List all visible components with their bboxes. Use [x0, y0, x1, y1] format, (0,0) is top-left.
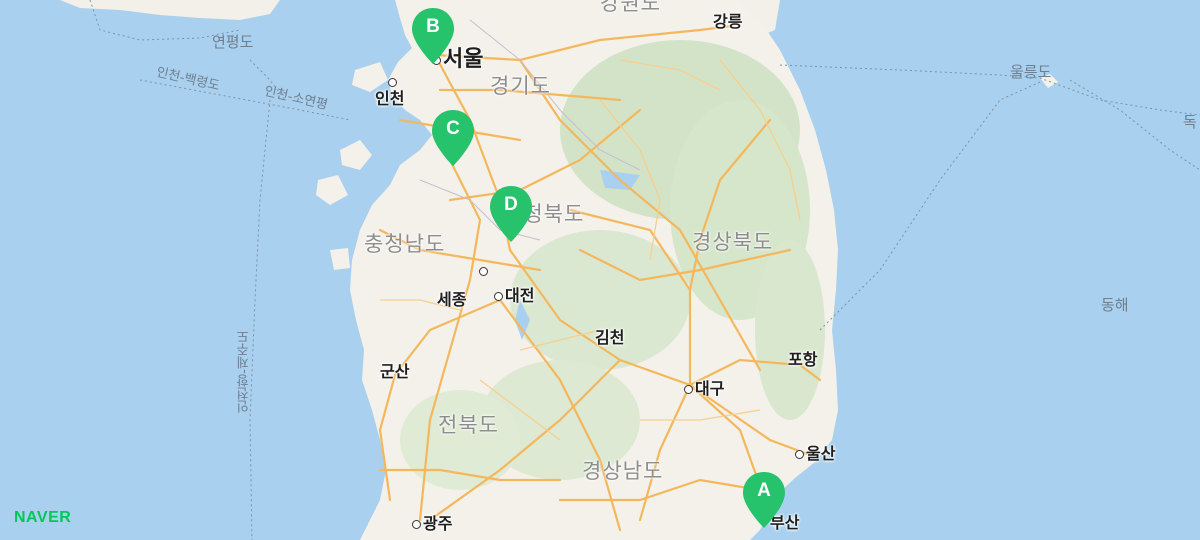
- city-label-pohang[interactable]: 포항: [788, 352, 817, 368]
- city-label-incheon-dot: [388, 74, 399, 90]
- city-name: 울산: [806, 444, 836, 463]
- route-marker-d[interactable]: D: [488, 184, 534, 244]
- city-label-incheon[interactable]: 인천: [375, 91, 404, 107]
- city-dot-icon: [684, 385, 693, 394]
- province-label-gyeonggi: 경기도: [490, 74, 551, 98]
- marker-label: B: [426, 16, 440, 37]
- city-label-daejeon[interactable]: 대전: [494, 288, 534, 304]
- province-label-gangwon: 강원도: [600, 0, 661, 15]
- city-name: 광주: [423, 514, 453, 533]
- sea-label-east-sea: 동해: [1101, 296, 1129, 314]
- island-label-dokdo: 독: [1183, 113, 1197, 131]
- island-label-yeonpyeongdo: 연평도: [212, 33, 254, 51]
- marker-label: D: [504, 194, 518, 215]
- route-marker-c[interactable]: C: [430, 108, 476, 168]
- marker-label: A: [757, 480, 771, 501]
- island-label-ulleungdo: 울릉도: [1010, 63, 1052, 81]
- city-label-gunsan[interactable]: 군산: [380, 364, 409, 380]
- province-label-gyeongnam: 경상남도: [582, 459, 664, 483]
- city-dot-icon: [388, 78, 397, 87]
- naver-logo[interactable]: NAVER: [14, 509, 71, 527]
- city-dot-icon: [795, 450, 804, 459]
- province-label-jeonbuk: 전북도: [438, 413, 499, 437]
- city-label-sejong-dot: [479, 263, 490, 279]
- city-label-gimcheon[interactable]: 김천: [595, 330, 624, 346]
- city-label-gangneung[interactable]: 강릉: [713, 14, 742, 30]
- city-label-ulsan[interactable]: 울산: [795, 446, 835, 462]
- city-dot-icon: [412, 520, 421, 529]
- city-label-daegu[interactable]: 대구: [684, 381, 724, 397]
- route-label-jeju: 인천항-제주도: [237, 330, 252, 413]
- city-dot-icon: [494, 292, 503, 301]
- city-dot-icon: [479, 267, 488, 276]
- route-marker-a[interactable]: A: [741, 470, 787, 530]
- province-label-chungnam: 충청남도: [364, 232, 446, 256]
- city-label-sejong[interactable]: 세종: [437, 292, 466, 308]
- marker-label: C: [446, 118, 460, 139]
- city-label-gwangju[interactable]: 광주: [412, 516, 452, 532]
- province-label-gyeongbuk: 경상북도: [692, 230, 774, 254]
- route-marker-b[interactable]: B: [410, 6, 456, 66]
- city-name: 대구: [695, 379, 725, 398]
- city-name: 대전: [505, 286, 535, 305]
- map-canvas[interactable]: 강원도 경기도 충청북도 충청남도 경상북도 전북도 경상남도 서울 인천 강릉…: [0, 0, 1200, 540]
